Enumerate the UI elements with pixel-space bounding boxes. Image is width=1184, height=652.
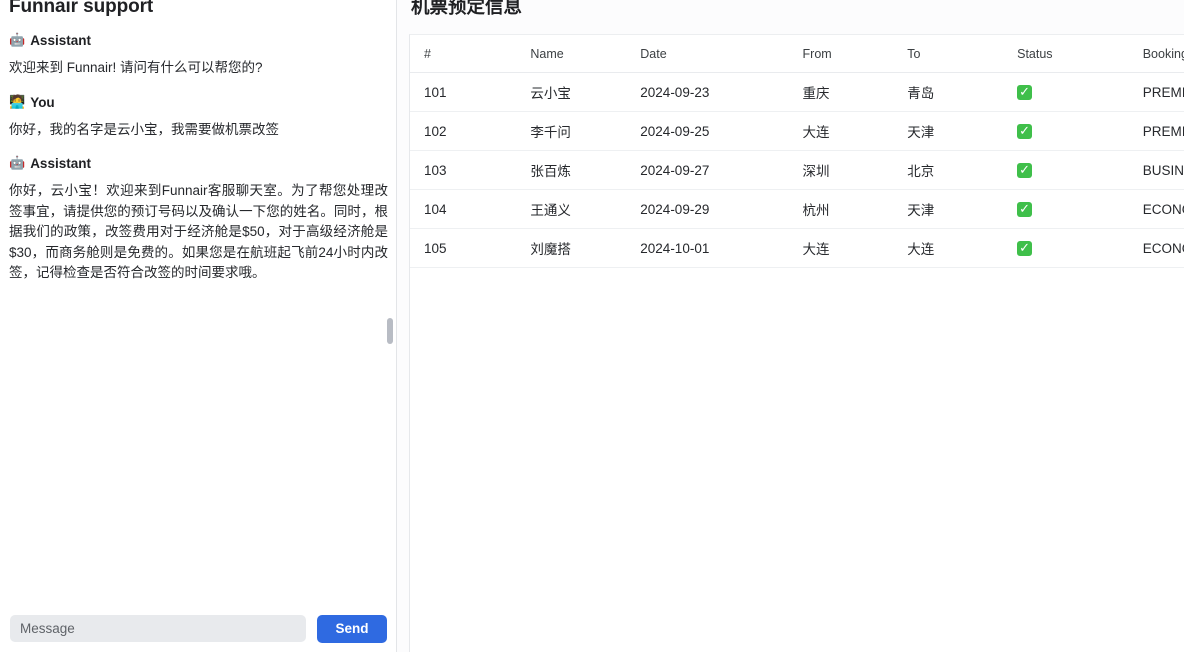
- cell-id: 104: [410, 190, 530, 229]
- cell-booking-class: PREMIUM_ECONOMY: [1143, 73, 1184, 112]
- confirmed-check-icon: ✓: [1017, 85, 1032, 100]
- send-button[interactable]: Send: [317, 615, 387, 643]
- cell-name: 张百炼: [530, 151, 640, 190]
- cell-status: ✓: [1017, 229, 1143, 268]
- chat-message: 🤖 Assistant 你好，云小宝！欢迎来到Funnair客服聊天室。为了帮您…: [9, 156, 388, 284]
- column-header-id[interactable]: #: [410, 35, 530, 73]
- cell-id: 103: [410, 151, 530, 190]
- bookings-table-body: 101 云小宝 2024-09-23 重庆 青岛 ✓ PREMIUM_ECONO…: [410, 73, 1184, 268]
- cell-to: 北京: [907, 151, 1017, 190]
- table-row[interactable]: 101 云小宝 2024-09-23 重庆 青岛 ✓ PREMIUM_ECONO…: [410, 73, 1184, 112]
- chat-panel: Funnair support 🤖 Assistant 欢迎来到 Funnair…: [0, 0, 397, 652]
- cell-booking-class: PREMIUM_ECONOMY: [1143, 112, 1184, 151]
- cell-name: 云小宝: [530, 73, 640, 112]
- column-header-date[interactable]: Date: [640, 35, 802, 73]
- chat-message-text: 你好，我的名字是云小宝，我需要做机票改签: [9, 120, 388, 141]
- robot-avatar-icon: 🤖: [9, 33, 25, 49]
- chat-message: 🧑‍💻 You 你好，我的名字是云小宝，我需要做机票改签: [9, 95, 388, 141]
- cell-date: 2024-10-01: [640, 229, 802, 268]
- confirmed-check-icon: ✓: [1017, 202, 1032, 217]
- chat-scrollbar[interactable]: [387, 0, 393, 605]
- bookings-panel: 机票预定信息 # Name Date From To Status Bookin…: [397, 0, 1184, 652]
- column-header-name[interactable]: Name: [530, 35, 640, 73]
- cell-status: ✓: [1017, 112, 1143, 151]
- table-row[interactable]: 103 张百炼 2024-09-27 深圳 北京 ✓ BUSINESS: [410, 151, 1184, 190]
- chat-scrollbar-thumb[interactable]: [387, 318, 393, 344]
- chat-message-role-label: You: [30, 95, 55, 111]
- bookings-table-head: # Name Date From To Status Booking class: [410, 35, 1184, 73]
- cell-booking-class: ECONOMY: [1143, 229, 1184, 268]
- cell-booking-class: ECONOMY: [1143, 190, 1184, 229]
- chat-message-role: 🤖 Assistant: [9, 33, 388, 49]
- confirmed-check-icon: ✓: [1017, 163, 1032, 178]
- cell-to: 天津: [907, 112, 1017, 151]
- chat-message-list[interactable]: Funnair support 🤖 Assistant 欢迎来到 Funnair…: [0, 0, 397, 605]
- chat-message-role: 🤖 Assistant: [9, 156, 388, 172]
- page-title: Funnair support: [9, 0, 388, 18]
- table-row[interactable]: 102 李千问 2024-09-25 大连 天津 ✓ PREMIUM_ECONO…: [410, 112, 1184, 151]
- robot-avatar-icon: 🤖: [9, 156, 25, 172]
- cell-to: 青岛: [907, 73, 1017, 112]
- cell-from: 大连: [803, 112, 908, 151]
- cell-id: 102: [410, 112, 530, 151]
- cell-from: 深圳: [803, 151, 908, 190]
- cell-status: ✓: [1017, 73, 1143, 112]
- cell-booking-class: BUSINESS: [1143, 151, 1184, 190]
- column-header-to[interactable]: To: [907, 35, 1017, 73]
- table-row[interactable]: 104 王通义 2024-09-29 杭州 天津 ✓ ECONOMY: [410, 190, 1184, 229]
- cell-id: 101: [410, 73, 530, 112]
- cell-date: 2024-09-27: [640, 151, 802, 190]
- cell-status: ✓: [1017, 190, 1143, 229]
- cell-date: 2024-09-29: [640, 190, 802, 229]
- bookings-table-container: # Name Date From To Status Booking class…: [409, 34, 1184, 652]
- cell-name: 王通义: [530, 190, 640, 229]
- confirmed-check-icon: ✓: [1017, 124, 1032, 139]
- bookings-title: 机票预定信息: [411, 0, 1184, 18]
- cell-id: 105: [410, 229, 530, 268]
- cell-to: 大连: [907, 229, 1017, 268]
- cell-date: 2024-09-23: [640, 73, 802, 112]
- chat-message-text: 你好，云小宝！欢迎来到Funnair客服聊天室。为了帮您处理改签事宜，请提供您的…: [9, 181, 388, 284]
- chat-message: 🤖 Assistant 欢迎来到 Funnair! 请问有什么可以帮您的?: [9, 33, 388, 79]
- cell-to: 天津: [907, 190, 1017, 229]
- cell-from: 杭州: [803, 190, 908, 229]
- user-avatar-icon: 🧑‍💻: [9, 95, 25, 111]
- column-header-status[interactable]: Status: [1017, 35, 1143, 73]
- cell-date: 2024-09-25: [640, 112, 802, 151]
- cell-status: ✓: [1017, 151, 1143, 190]
- cell-from: 大连: [803, 229, 908, 268]
- cell-from: 重庆: [803, 73, 908, 112]
- app-root: Funnair support 🤖 Assistant 欢迎来到 Funnair…: [0, 0, 1184, 652]
- chat-message-role-label: Assistant: [30, 156, 91, 172]
- message-input[interactable]: [10, 615, 306, 642]
- message-composer: Send: [0, 605, 397, 652]
- confirmed-check-icon: ✓: [1017, 241, 1032, 256]
- cell-name: 李千问: [530, 112, 640, 151]
- chat-message-role-label: Assistant: [30, 33, 91, 49]
- cell-name: 刘魔搭: [530, 229, 640, 268]
- column-header-from[interactable]: From: [803, 35, 908, 73]
- table-row[interactable]: 105 刘魔搭 2024-10-01 大连 大连 ✓ ECONOMY: [410, 229, 1184, 268]
- table-header-row: # Name Date From To Status Booking class: [410, 35, 1184, 73]
- bookings-table: # Name Date From To Status Booking class…: [410, 35, 1184, 268]
- column-header-booking-class[interactable]: Booking class: [1143, 35, 1184, 73]
- chat-message-role: 🧑‍💻 You: [9, 95, 388, 111]
- chat-message-text: 欢迎来到 Funnair! 请问有什么可以帮您的?: [9, 58, 388, 79]
